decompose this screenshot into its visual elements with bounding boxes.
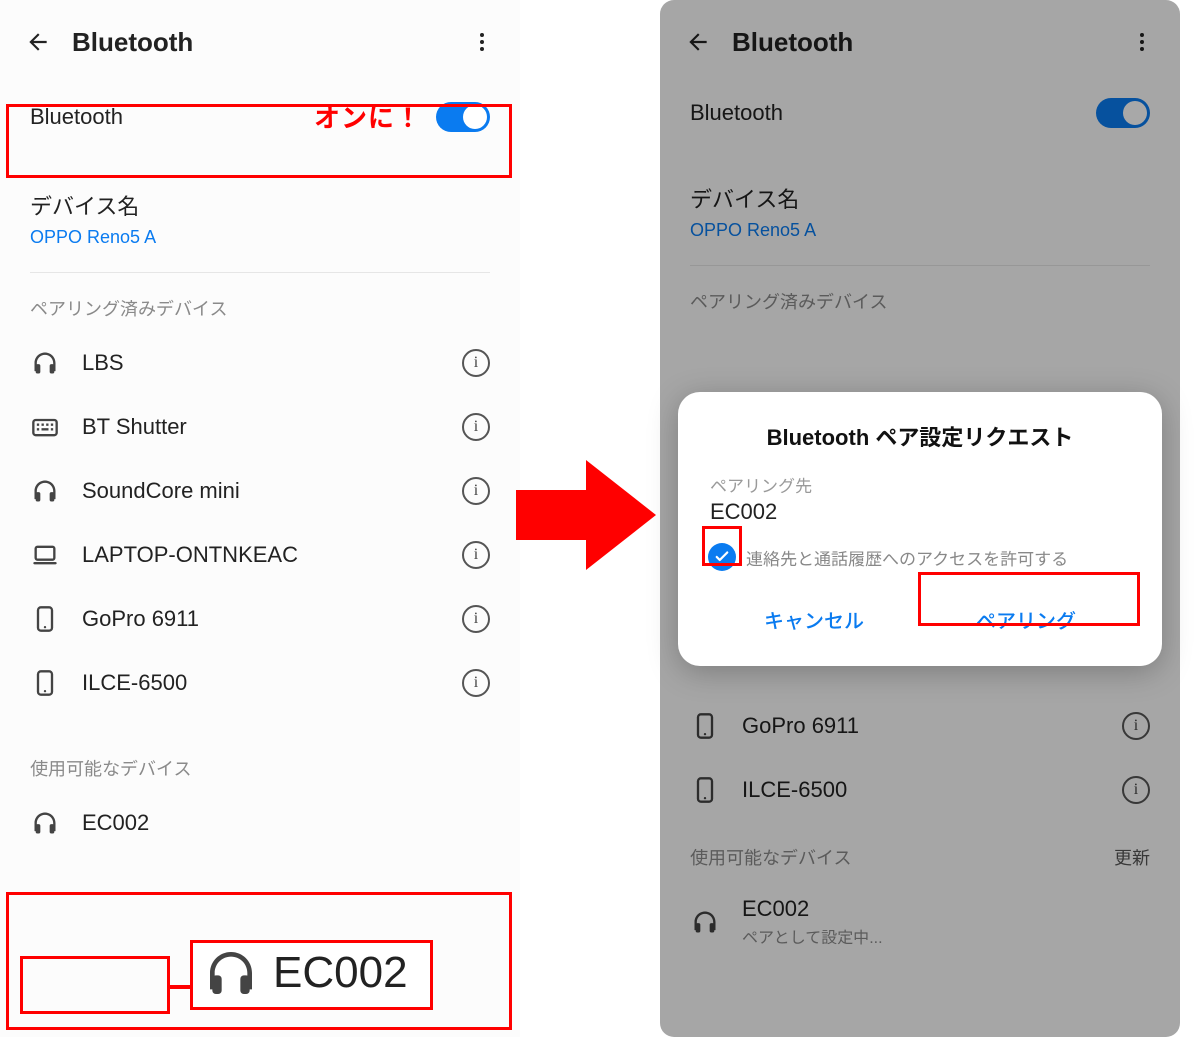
- arrow-back-icon: [25, 29, 51, 55]
- callout-ec002: EC002: [190, 940, 433, 1010]
- device-name-label: BT Shutter: [82, 414, 440, 440]
- page-title: Bluetooth: [732, 27, 1108, 58]
- bluetooth-toggle-row[interactable]: Bluetooth オンに！: [0, 68, 520, 165]
- device-info-button[interactable]: i: [462, 413, 490, 441]
- laptop-icon: [30, 541, 60, 569]
- bluetooth-label: Bluetooth: [690, 100, 1096, 126]
- headphones-icon: [30, 477, 60, 505]
- bluetooth-switch[interactable]: [1096, 98, 1150, 128]
- device-row[interactable]: LAPTOP-ONTNKEAC i: [0, 523, 520, 587]
- device-info-button[interactable]: i: [462, 669, 490, 697]
- device-name-label: LBS: [82, 350, 440, 376]
- device-info-button[interactable]: i: [1122, 712, 1150, 740]
- headphones-icon: [30, 809, 60, 837]
- device-row[interactable]: GoPro 6911 i: [0, 587, 520, 651]
- device-name-label: ILCE-6500: [82, 670, 440, 696]
- callout-device-name: EC002: [273, 948, 408, 998]
- dialog-pairing-to-label: ペアリング先: [710, 472, 1132, 497]
- device-name-label: ILCE-6500: [742, 777, 1100, 803]
- more-vert-icon: [1130, 30, 1154, 54]
- available-heading-row: 使用可能なデバイス 更新: [660, 822, 1180, 878]
- device-name-label: LAPTOP-ONTNKEAC: [82, 542, 440, 568]
- refresh-button[interactable]: 更新: [1114, 844, 1150, 870]
- device-row[interactable]: ILCE-6500 i: [0, 651, 520, 715]
- device-name-value[interactable]: OPPO Reno5 A: [0, 225, 520, 272]
- more-button[interactable]: [1126, 26, 1158, 58]
- page-title: Bluetooth: [72, 27, 448, 58]
- device-row[interactable]: LBS i: [0, 331, 520, 395]
- paired-heading: ペアリング済みデバイス: [660, 266, 1180, 324]
- header: Bluetooth: [0, 0, 520, 68]
- phone-icon: [690, 712, 720, 740]
- device-name-label: GoPro 6911: [82, 606, 440, 632]
- device-name-label: GoPro 6911: [742, 713, 1100, 739]
- phone-icon: [690, 776, 720, 804]
- headphones-icon: [30, 349, 60, 377]
- callout-connector: [170, 985, 192, 989]
- device-row[interactable]: BT Shutter i: [0, 395, 520, 459]
- device-info-button[interactable]: i: [462, 605, 490, 633]
- checkbox-label: 連絡先と通話履歴へのアクセスを許可する: [746, 545, 1068, 570]
- pair-button[interactable]: ペアリング: [920, 591, 1132, 648]
- annotation-turn-on: オンに！: [314, 98, 422, 135]
- headphones-icon: [203, 945, 259, 1001]
- paired-heading: ペアリング済みデバイス: [0, 273, 520, 331]
- device-info-button[interactable]: i: [462, 349, 490, 377]
- right-panel: Bluetooth Bluetooth デバイス名 OPPO Reno5 A ペ…: [660, 0, 1180, 1037]
- pairing-dialog: Bluetooth ペア設定リクエスト ペアリング先 EC002 連絡先と通話履…: [678, 392, 1162, 666]
- back-button[interactable]: [682, 26, 714, 58]
- bluetooth-label: Bluetooth: [30, 104, 314, 130]
- bluetooth-toggle-row[interactable]: Bluetooth: [660, 68, 1180, 158]
- device-name-label: EC002: [82, 810, 490, 836]
- device-name-heading: デバイス名: [660, 158, 1180, 218]
- device-row[interactable]: EC002: [0, 791, 520, 855]
- highlight-ec002-row: [20, 956, 170, 1014]
- device-row[interactable]: GoPro 6911 i: [660, 694, 1180, 758]
- device-row[interactable]: EC002ペアとして設定中...: [660, 878, 1180, 966]
- device-row[interactable]: SoundCore mini i: [0, 459, 520, 523]
- device-name-label: EC002: [742, 896, 1150, 922]
- phone-icon: [30, 605, 60, 633]
- allow-contacts-checkbox[interactable]: [708, 543, 736, 571]
- cancel-button[interactable]: キャンセル: [708, 591, 920, 648]
- headphones-icon: [690, 908, 720, 936]
- header: Bluetooth: [660, 0, 1180, 68]
- device-info-button[interactable]: i: [462, 477, 490, 505]
- back-button[interactable]: [22, 26, 54, 58]
- available-heading: 使用可能なデバイス: [0, 715, 520, 791]
- available-heading: 使用可能なデバイス: [690, 844, 851, 870]
- dialog-title: Bluetooth ペア設定リクエスト: [708, 420, 1132, 452]
- device-info-button[interactable]: i: [462, 541, 490, 569]
- device-name-label: SoundCore mini: [82, 478, 440, 504]
- left-panel: Bluetooth Bluetooth オンに！ デバイス名 OPPO Reno…: [0, 0, 520, 1037]
- dialog-device-name: EC002: [710, 499, 1132, 525]
- keyboard-icon: [30, 413, 60, 441]
- arrow-icon: [516, 450, 656, 580]
- bluetooth-switch[interactable]: [436, 102, 490, 132]
- more-vert-icon: [470, 30, 494, 54]
- device-status-label: ペアとして設定中...: [742, 924, 1150, 948]
- device-name-heading: デバイス名: [0, 165, 520, 225]
- device-info-button[interactable]: i: [1122, 776, 1150, 804]
- arrow-back-icon: [685, 29, 711, 55]
- device-name-value[interactable]: OPPO Reno5 A: [660, 218, 1180, 265]
- device-row[interactable]: ILCE-6500 i: [660, 758, 1180, 822]
- more-button[interactable]: [466, 26, 498, 58]
- phone-icon: [30, 669, 60, 697]
- check-icon: [713, 548, 731, 566]
